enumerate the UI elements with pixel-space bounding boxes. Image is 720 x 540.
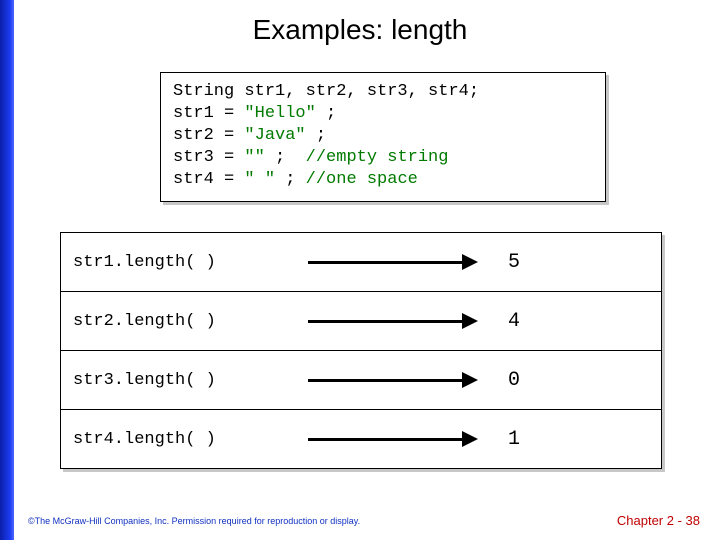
code-line-3a: str2 = <box>173 126 244 145</box>
code-line-3b: "Java" <box>244 126 315 145</box>
code-line-2c: ; <box>326 104 336 123</box>
arrow-icon <box>308 254 478 270</box>
slide-title: Examples: length <box>0 14 720 46</box>
value-cell: 4 <box>478 310 661 333</box>
table-row: str1.length( ) 5 <box>61 233 661 292</box>
code-line-4c: ; <box>275 148 306 167</box>
table-row: str2.length( ) 4 <box>61 292 661 351</box>
code-line-3c: ; <box>316 126 326 145</box>
code-block: String str1, str2, str3, str4; str1 = "H… <box>160 72 606 202</box>
expr-cell: str2.length( ) <box>61 312 308 331</box>
code-line-4d: //empty string <box>306 148 449 167</box>
code-line-4a: str3 = <box>173 148 244 167</box>
code-line-2b: "Hello" <box>244 104 326 123</box>
code-line-1: String str1, str2, str3, str4; <box>173 82 479 101</box>
arrow-icon <box>308 431 478 447</box>
value-cell: 0 <box>478 369 661 392</box>
code-line-5a: str4 = <box>173 170 244 189</box>
expr-cell: str4.length( ) <box>61 430 308 449</box>
code-line-5c: ; <box>285 170 305 189</box>
code-line-2a: str1 = <box>173 104 244 123</box>
table-row: str3.length( ) 0 <box>61 351 661 410</box>
code-line-5d: //one space <box>306 170 418 189</box>
page-number: Chapter 2 - 38 <box>617 513 700 528</box>
arrow-icon <box>308 313 478 329</box>
accent-bar <box>0 0 14 540</box>
copyright-text: ©The McGraw-Hill Companies, Inc. Permiss… <box>28 516 360 526</box>
code-line-5b: " " <box>244 170 285 189</box>
results-table: str1.length( ) 5 str2.length( ) 4 str3.l… <box>60 232 662 469</box>
expr-cell: str3.length( ) <box>61 371 308 390</box>
value-cell: 5 <box>478 251 661 274</box>
code-line-4b: "" <box>244 148 275 167</box>
table-row: str4.length( ) 1 <box>61 410 661 468</box>
value-cell: 1 <box>478 428 661 451</box>
expr-cell: str1.length( ) <box>61 253 308 272</box>
arrow-icon <box>308 372 478 388</box>
